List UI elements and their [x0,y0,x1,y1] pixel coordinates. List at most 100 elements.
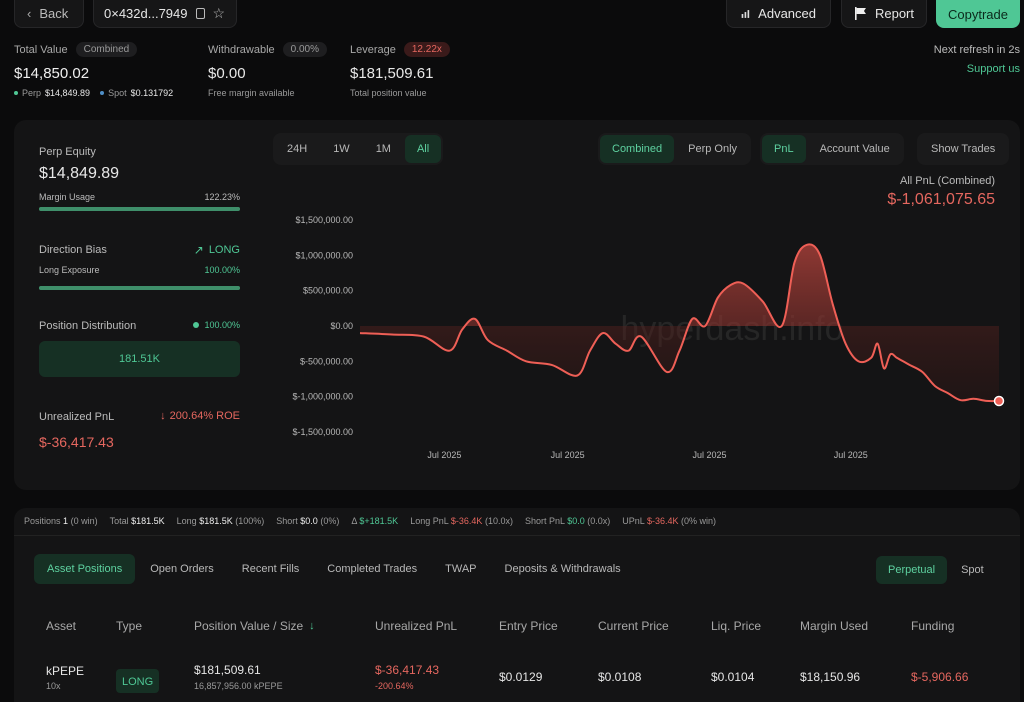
perp-dot-icon [14,91,18,95]
stat-upnl: UPnL $-36.4K (0% win) [622,516,716,526]
chart-value: $-1,061,075.65 [887,191,995,208]
stat-upnl-value: $-36.4K [646,516,679,526]
spot-label: Spot [108,88,127,98]
tab-completed-trades[interactable]: Completed Trades [314,554,430,584]
tab-twap[interactable]: TWAP [432,554,489,584]
cell-position-value: $181,509.61 [194,663,261,677]
pnl-chart[interactable]: hyperdash.info $1,500,000.00$1,000,000.0… [272,210,1012,470]
market-tab-perpetual[interactable]: Perpetual [876,556,948,584]
spot-dot-icon [100,91,105,95]
withdrawable-label: Withdrawable [208,43,275,56]
distribution-box[interactable]: 181.51K [39,341,240,377]
show-trades-button[interactable]: Show Trades [919,135,1007,163]
stat-upnl-label: UPnL [622,516,645,526]
stat-short-label: Short [276,516,298,526]
pnl-last-point [993,395,1005,407]
report-button[interactable]: Report [841,0,927,28]
bar-chart-icon [741,9,750,18]
mode-tab-combined[interactable]: Combined [600,135,675,163]
cell-unrealized: $-36,417.43 [375,663,440,677]
y-tick-label: $-1,000,000.00 [292,392,353,402]
stat-positions-sub: (0 win) [70,516,98,526]
margin-usage-fill [39,207,240,211]
back-button[interactable]: ‹ Back [14,0,84,28]
stat-long: Long $181.5K (100%) [177,516,265,526]
range-tab-1m[interactable]: 1M [364,135,403,163]
direction-bias-value: LONG [208,244,240,256]
unrealized-value: $-36,417.43 [39,434,114,450]
address-text: 0×432d...7949 [104,6,188,21]
perp-value: $14,849.89 [45,88,91,98]
range-tab-1w[interactable]: 1W [321,135,362,163]
range-tab-all[interactable]: All [404,135,442,163]
mode-tab-perp-only[interactable]: Perp Only [676,135,749,163]
leverage-value: $181,509.61 [350,65,434,82]
tab-deposits-withdrawals[interactable]: Deposits & Withdrawals [492,554,634,584]
metric-tab-pnl[interactable]: PnL [762,135,806,163]
direction-bias-label: Direction Bias [39,244,107,256]
market-tab-spot[interactable]: Spot [949,556,996,584]
th-margin[interactable]: Margin Used [800,619,868,633]
type-badge: LONG [116,669,160,693]
x-tick-label: Jul 2025 [693,450,727,460]
stat-short-pnl-label: Short PnL [524,516,565,526]
y-tick-label: $-500,000.00 [300,356,353,366]
distribution-box-value: 181.51K [119,353,160,365]
tab-open-orders[interactable]: Open Orders [137,554,227,584]
range-tabs: 24H 1W 1M All [273,133,444,165]
cell-type: LONG [122,676,154,688]
copytrade-button[interactable]: Copytrade [936,0,1020,28]
perp-label: Perp [22,88,42,98]
total-value-badge: Combined [75,42,138,57]
stat-short-pnl: Short PnL $0.0 (0.0x) [525,516,610,526]
perp-equity-value: $14,849.89 [39,165,120,182]
green-dot-icon [193,322,200,328]
th-current[interactable]: Current Price [598,619,669,633]
x-tick-label: Jul 2025 [427,450,461,460]
market-tabs: Perpetual Spot [874,554,998,586]
th-funding[interactable]: Funding [911,619,954,633]
support-link[interactable]: Support us [967,63,1020,75]
stat-positions-value: 1 [63,516,69,526]
th-liq[interactable]: Liq. Price [711,619,761,633]
copytrade-label: Copytrade [948,6,1008,22]
cell-entry: $0.0129 [499,670,543,684]
advanced-button[interactable]: Advanced [726,0,831,28]
position-distribution-label: Position Distribution [39,320,137,332]
range-tab-24h[interactable]: 24H [275,135,319,163]
stats-row: Positions 1 (0 win) Total $181.5K Long $… [24,516,716,526]
total-value-label: Total Value [14,43,68,56]
th-unrealized[interactable]: Unrealized PnL [375,619,457,633]
y-tick-label: $0.00 [330,321,353,331]
stat-delta: Δ $+181.5K [351,516,398,526]
copy-icon[interactable] [195,8,205,19]
th-position-value: Position Value / Size [194,619,304,633]
long-exposure-bar [39,286,240,290]
th-asset[interactable]: Asset [46,619,76,633]
address-chip[interactable]: 0×432d...7949 ☆ [93,0,237,28]
y-tick-label: $1,500,000.00 [295,215,353,225]
th-type[interactable]: Type [116,619,142,633]
table-row[interactable]: kPEPE 10x LONG $181,509.61 16,857,956.00… [14,656,1020,700]
chart-title: All PnL (Combined) [900,175,995,187]
margin-usage-value: 122.23% [204,192,240,202]
direction-bias-value-wrap: ↗ LONG [164,243,240,257]
x-tick-label: Jul 2025 [551,450,585,460]
stat-long-sub: (100%) [235,516,265,526]
th-entry[interactable]: Entry Price [499,619,558,633]
position-distribution-value: 100.00% [204,320,240,330]
metric-tab-account-value[interactable]: Account Value [808,135,902,163]
leverage-stat: Leverage 12.22x $181,509.61 Total positi… [350,42,480,98]
stat-long-pnl-value: $-36.4K [450,516,483,526]
cell-current: $0.0108 [598,670,642,684]
report-label: Report [874,6,914,21]
tab-asset-positions[interactable]: Asset Positions [34,554,136,584]
cell-margin: $18,150.96 [800,670,861,684]
leverage-label: Leverage [350,43,396,56]
th-position-value-wrap[interactable]: Position Value / Size ↓ [194,619,315,633]
tab-recent-fills[interactable]: Recent Fills [229,554,312,584]
star-icon[interactable]: ☆ [213,5,226,22]
trend-up-icon: ↗ [193,243,204,257]
withdrawable-value: $0.00 [208,65,246,82]
stat-long-pnl-sub: (10.0x) [484,516,513,526]
